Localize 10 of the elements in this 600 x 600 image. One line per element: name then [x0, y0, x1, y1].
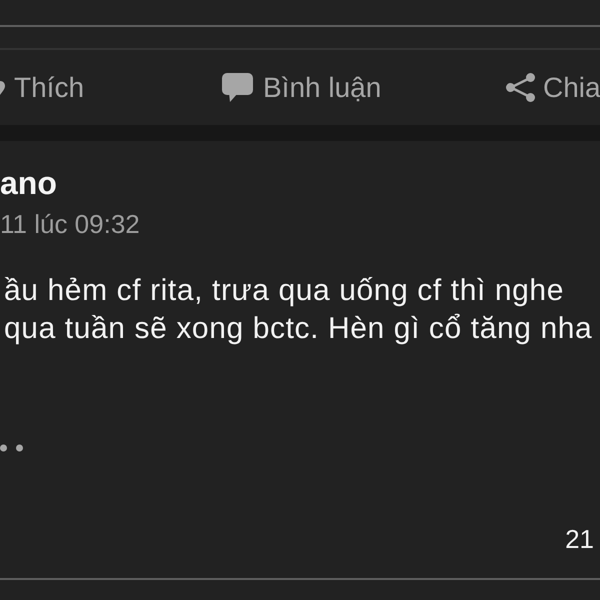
author-name[interactable]: ano: [0, 165, 57, 201]
like-button[interactable]: Thích: [0, 72, 84, 104]
comment-button[interactable]: Bình luận: [222, 72, 382, 104]
heart-icon: [0, 80, 5, 94]
post-text: ầu hẻm cf rita, trưa qua uống cf thì nghe qua tuần sẽ xong bctc. Hèn gì cổ tăng nha: [4, 273, 592, 347]
post-timestamp: 11 lúc 09:32: [0, 208, 140, 240]
reaction-count: 21: [565, 524, 594, 554]
speech-bubble-icon: [222, 73, 253, 102]
share-icon: [506, 73, 535, 102]
ellipsis-icon[interactable]: [0, 444, 23, 452]
